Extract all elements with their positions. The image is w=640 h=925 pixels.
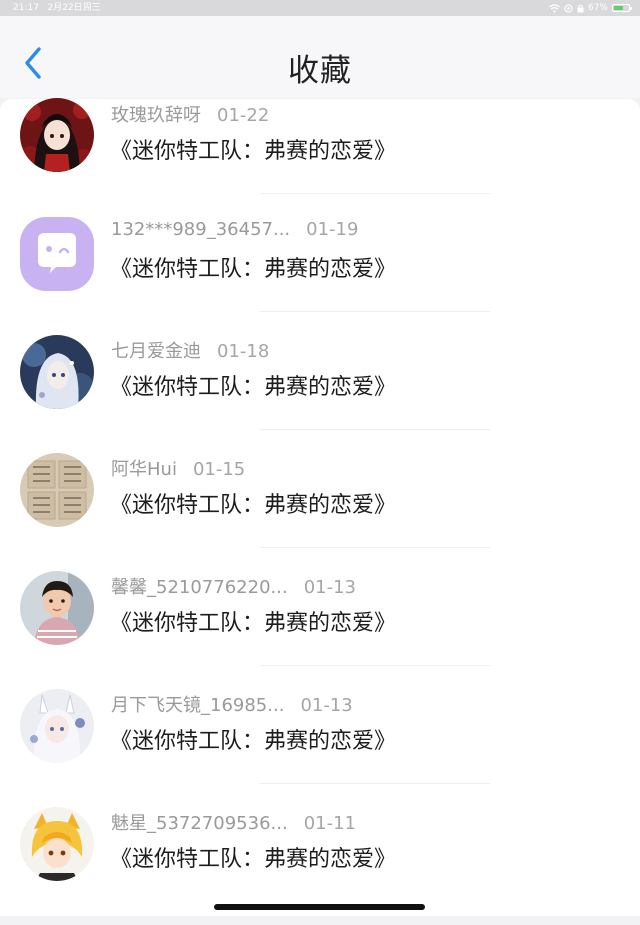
user-name: 月下飞天镜_16985... (111, 695, 285, 716)
list-item[interactable]: 132***989_36457... 01-19 《迷你特工队：弗赛的恋爱》 (0, 217, 640, 335)
item-date: 01-11 (303, 813, 356, 834)
list-item[interactable]: 七月爱金迪 01-18 《迷你特工队：弗赛的恋爱》 (0, 335, 640, 453)
item-title: 《迷你特工队：弗赛的恋爱》 (110, 847, 397, 872)
status-indicators: 67% (549, 0, 632, 16)
item-title: 《迷你特工队：弗赛的恋爱》 (110, 375, 397, 400)
item-title: 《迷你特工队：弗赛的恋爱》 (110, 729, 397, 754)
item-title: 《迷你特工队：弗赛的恋爱》 (110, 257, 397, 282)
item-title: 《迷你特工队：弗赛的恋爱》 (110, 493, 397, 518)
item-date: 01-13 (300, 695, 353, 716)
battery-fill (614, 6, 624, 10)
battery-icon (612, 4, 632, 12)
location-icon (564, 3, 573, 13)
divider (260, 547, 490, 548)
avatar (20, 217, 94, 291)
item-meta: 玫瑰玖辞呀 01-22 (111, 101, 269, 127)
list-item[interactable]: 馨馨_5210776220... 01-13 《迷你特工队：弗赛的恋爱》 (0, 571, 640, 689)
status-date: 2月22日周三 (47, 3, 101, 13)
item-meta: 132***989_36457... 01-19 (111, 219, 358, 240)
divider (260, 311, 490, 312)
item-meta: 馨馨_5210776220... 01-13 (111, 573, 356, 599)
avatar (20, 807, 94, 881)
list-item[interactable]: 阿华Hui 01-15 《迷你特工队：弗赛的恋爱》 (0, 453, 640, 571)
user-name: 魅星_5372709536... (111, 813, 288, 834)
status-time-date: 21:17 2月22日周三 (13, 0, 101, 16)
avatar (20, 689, 94, 763)
user-name: 132***989_36457... (111, 219, 291, 240)
user-name: 阿华Hui (111, 459, 177, 480)
home-indicator[interactable] (214, 904, 425, 910)
item-title: 《迷你特工队：弗赛的恋爱》 (110, 139, 397, 164)
item-date: 01-22 (217, 105, 270, 126)
divider (260, 665, 490, 666)
item-meta: 月下飞天镜_16985... 01-13 (111, 691, 353, 717)
lock-rotation-icon (577, 4, 584, 12)
list-item[interactable]: 月下飞天镜_16985... 01-13 《迷你特工队：弗赛的恋爱》 (0, 689, 640, 807)
user-name: 馨馨_5210776220... (111, 577, 288, 598)
list-item[interactable]: 玫瑰玖辞呀 01-22 《迷你特工队：弗赛的恋爱》 (0, 98, 640, 217)
page-title: 收藏 (288, 53, 352, 89)
user-name: 玫瑰玖辞呀 (111, 105, 201, 126)
avatar (20, 335, 94, 409)
divider (260, 429, 490, 430)
status-time: 21:17 (13, 3, 39, 13)
avatar (20, 453, 94, 527)
divider (260, 783, 490, 784)
status-bar: 21:17 2月22日周三 67% (0, 0, 640, 16)
avatar (20, 98, 94, 172)
item-date: 01-18 (217, 341, 270, 362)
item-date: 01-13 (303, 577, 356, 598)
item-date: 01-15 (192, 459, 246, 480)
item-meta: 阿华Hui 01-15 (111, 455, 245, 481)
item-meta: 七月爱金迪 01-18 (111, 337, 269, 363)
favorites-list: 玫瑰玖辞呀 01-22 《迷你特工队：弗赛的恋爱》 132***989_36457… (0, 98, 640, 916)
avatar (20, 571, 94, 645)
battery-percent: 67% (587, 3, 608, 13)
item-date: 01-19 (306, 219, 359, 240)
wifi-icon (549, 3, 560, 13)
item-title: 《迷你特工队：弗赛的恋爱》 (110, 611, 397, 636)
item-meta: 魅星_5372709536... 01-11 (111, 809, 356, 835)
user-name: 七月爱金迪 (111, 341, 201, 362)
nav-bar: 收藏 (0, 16, 640, 98)
divider (260, 193, 490, 194)
